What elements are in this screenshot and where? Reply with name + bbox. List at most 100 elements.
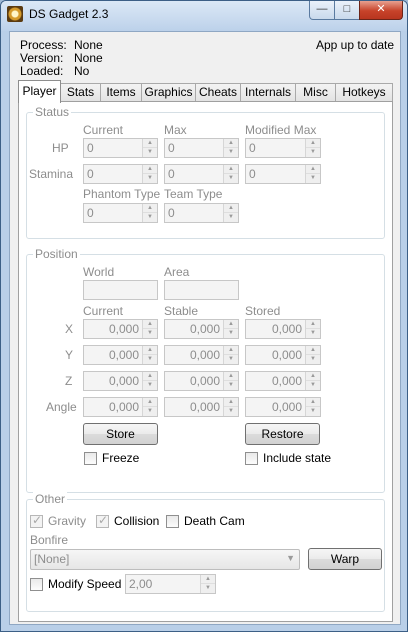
spin-up-icon[interactable]: ▲	[306, 139, 320, 148]
x-stored-stepper[interactable]: 0,000 ▲ ▼	[245, 319, 321, 339]
spin-buttons[interactable]: ▲ ▼	[305, 372, 320, 390]
tab-hotkeys[interactable]: Hotkeys	[335, 83, 393, 102]
angle-current-stepper[interactable]: 0,000 ▲ ▼	[83, 397, 158, 417]
spin-up-icon[interactable]: ▲	[143, 346, 157, 355]
store-button[interactable]: Store	[83, 423, 158, 445]
gravity-checkbox[interactable]	[30, 513, 43, 528]
spin-buttons[interactable]: ▲ ▼	[142, 139, 157, 157]
modify-speed-checkbox[interactable]	[30, 578, 43, 591]
spin-up-icon[interactable]: ▲	[143, 204, 157, 213]
angle-stable-stepper[interactable]: 0,000 ▲ ▼	[164, 397, 239, 417]
spin-buttons[interactable]: ▲ ▼	[142, 204, 157, 222]
spin-down-icon[interactable]: ▼	[306, 407, 320, 416]
warp-button[interactable]: Warp	[308, 548, 382, 570]
z-stored-stepper[interactable]: 0,000 ▲ ▼	[245, 371, 321, 391]
spin-down-icon[interactable]: ▼	[224, 381, 238, 390]
spin-down-icon[interactable]: ▼	[143, 148, 157, 157]
spin-up-icon[interactable]: ▲	[143, 398, 157, 407]
spin-down-icon[interactable]: ▼	[143, 381, 157, 390]
spin-up-icon[interactable]: ▲	[224, 165, 238, 174]
spin-down-icon[interactable]: ▼	[224, 407, 238, 416]
spin-buttons[interactable]: ▲ ▼	[142, 398, 157, 416]
spin-up-icon[interactable]: ▲	[306, 398, 320, 407]
spin-buttons[interactable]: ▲ ▼	[305, 165, 320, 183]
spin-up-icon[interactable]: ▲	[224, 320, 238, 329]
spin-down-icon[interactable]: ▼	[224, 174, 238, 183]
x-current-stepper[interactable]: 0,000 ▲ ▼	[83, 319, 158, 339]
spin-down-icon[interactable]: ▼	[224, 213, 238, 222]
hp-modified-max-stepper[interactable]: 0 ▲ ▼	[245, 138, 321, 158]
tab-graphics[interactable]: Graphics	[141, 83, 196, 102]
tab-player[interactable]: Player	[18, 80, 61, 103]
spin-down-icon[interactable]: ▼	[306, 329, 320, 338]
angle-stored-stepper[interactable]: 0,000 ▲ ▼	[245, 397, 321, 417]
close-button[interactable]: ✕	[359, 1, 403, 20]
collision-checkbox[interactable]	[96, 513, 109, 528]
spin-up-icon[interactable]: ▲	[224, 139, 238, 148]
spin-down-icon[interactable]: ▼	[224, 329, 238, 338]
phantom-type-stepper[interactable]: 0 ▲ ▼	[83, 203, 158, 223]
spin-up-icon[interactable]: ▲	[224, 346, 238, 355]
tab-stats[interactable]: Stats	[60, 83, 101, 102]
spin-down-icon[interactable]: ▼	[306, 148, 320, 157]
hp-current-stepper[interactable]: 0 ▲ ▼	[83, 138, 158, 158]
freeze-checkbox[interactable]	[84, 452, 97, 465]
bonfire-dropdown[interactable]: [None] ▼	[30, 549, 300, 570]
tab-items[interactable]: Items	[100, 83, 142, 102]
spin-buttons[interactable]: ▲ ▼	[223, 204, 238, 222]
spin-up-icon[interactable]: ▲	[143, 372, 157, 381]
spin-up-icon[interactable]: ▲	[143, 320, 157, 329]
spin-down-icon[interactable]: ▼	[143, 329, 157, 338]
restore-button[interactable]: Restore	[245, 423, 320, 445]
spin-buttons[interactable]: ▲ ▼	[305, 398, 320, 416]
spin-down-icon[interactable]: ▼	[143, 213, 157, 222]
speed-stepper[interactable]: 2,00 ▲ ▼	[125, 574, 216, 594]
maximize-button[interactable]: □	[334, 1, 360, 20]
include-state-checkbox[interactable]	[245, 452, 258, 465]
spin-up-icon[interactable]: ▲	[306, 372, 320, 381]
spin-buttons[interactable]: ▲ ▼	[305, 346, 320, 364]
stamina-current-stepper[interactable]: 0 ▲ ▼	[83, 164, 158, 184]
y-stable-stepper[interactable]: 0,000 ▲ ▼	[164, 345, 239, 365]
spin-buttons[interactable]: ▲ ▼	[200, 575, 215, 593]
spin-buttons[interactable]: ▲ ▼	[223, 165, 238, 183]
tab-misc[interactable]: Misc	[295, 83, 336, 102]
spin-buttons[interactable]: ▲ ▼	[142, 372, 157, 390]
spin-up-icon[interactable]: ▲	[306, 346, 320, 355]
spin-buttons[interactable]: ▲ ▼	[223, 398, 238, 416]
spin-up-icon[interactable]: ▲	[143, 165, 157, 174]
spin-down-icon[interactable]: ▼	[201, 584, 215, 593]
spin-buttons[interactable]: ▲ ▼	[305, 139, 320, 157]
y-current-stepper[interactable]: 0,000 ▲ ▼	[83, 345, 158, 365]
spin-down-icon[interactable]: ▼	[224, 148, 238, 157]
spin-up-icon[interactable]: ▲	[143, 139, 157, 148]
spin-up-icon[interactable]: ▲	[306, 165, 320, 174]
spin-up-icon[interactable]: ▲	[224, 204, 238, 213]
spin-buttons[interactable]: ▲ ▼	[223, 346, 238, 364]
tab-cheats[interactable]: Cheats	[195, 83, 241, 102]
spin-up-icon[interactable]: ▲	[224, 372, 238, 381]
spin-down-icon[interactable]: ▼	[306, 381, 320, 390]
y-stored-stepper[interactable]: 0,000 ▲ ▼	[245, 345, 321, 365]
spin-buttons[interactable]: ▲ ▼	[305, 320, 320, 338]
spin-down-icon[interactable]: ▼	[224, 355, 238, 364]
stamina-max-stepper[interactable]: 0 ▲ ▼	[164, 164, 239, 184]
spin-buttons[interactable]: ▲ ▼	[142, 346, 157, 364]
spin-down-icon[interactable]: ▼	[143, 174, 157, 183]
spin-buttons[interactable]: ▲ ▼	[223, 372, 238, 390]
spin-buttons[interactable]: ▲ ▼	[142, 165, 157, 183]
team-type-stepper[interactable]: 0 ▲ ▼	[164, 203, 239, 223]
spin-down-icon[interactable]: ▼	[143, 407, 157, 416]
spin-down-icon[interactable]: ▼	[306, 355, 320, 364]
spin-down-icon[interactable]: ▼	[306, 174, 320, 183]
tab-internals[interactable]: Internals	[240, 83, 296, 102]
spin-up-icon[interactable]: ▲	[201, 575, 215, 584]
world-field[interactable]	[83, 280, 158, 300]
title-bar[interactable]: DS Gadget 2.3 — □ ✕	[1, 1, 407, 31]
x-stable-stepper[interactable]: 0,000 ▲ ▼	[164, 319, 239, 339]
stamina-modified-max-stepper[interactable]: 0 ▲ ▼	[245, 164, 321, 184]
z-stable-stepper[interactable]: 0,000 ▲ ▼	[164, 371, 239, 391]
spin-up-icon[interactable]: ▲	[306, 320, 320, 329]
spin-buttons[interactable]: ▲ ▼	[223, 320, 238, 338]
spin-buttons[interactable]: ▲ ▼	[223, 139, 238, 157]
